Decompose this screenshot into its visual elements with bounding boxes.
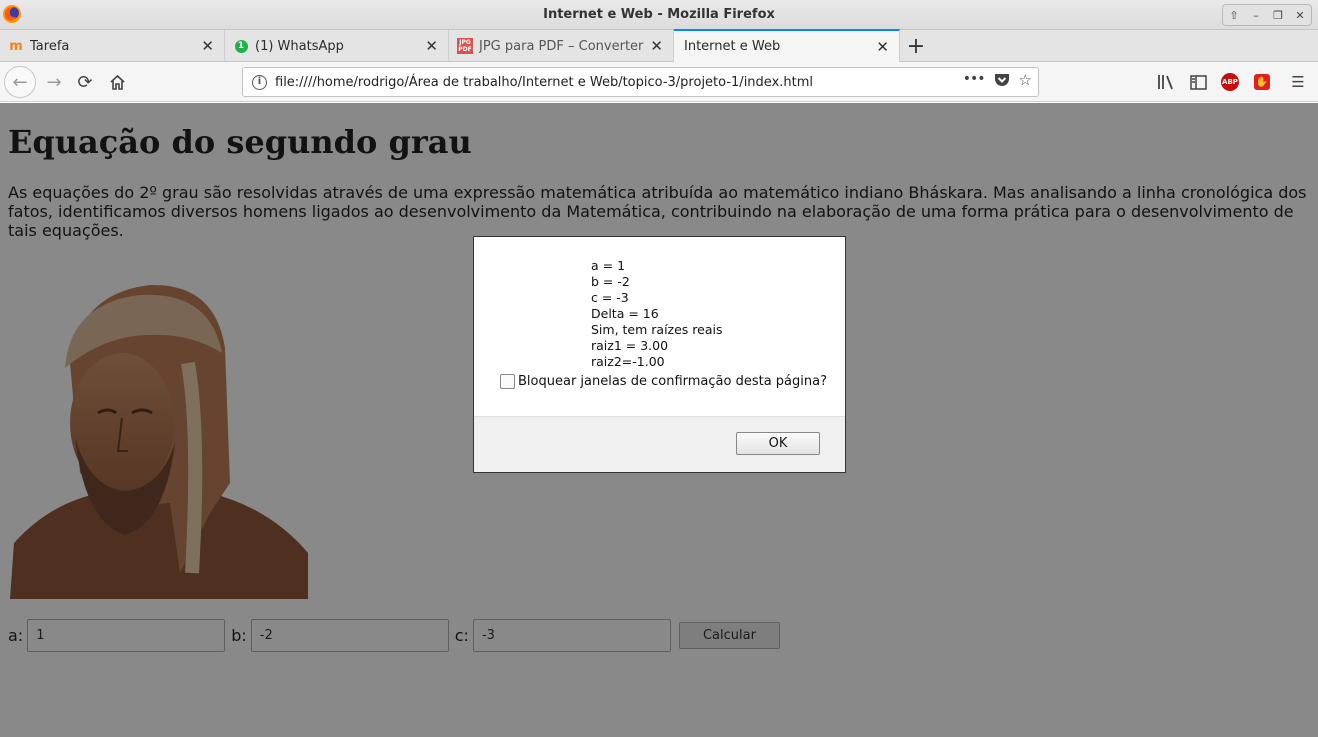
tab-tarefa[interactable]: m Tarefa ✕ xyxy=(0,30,225,62)
home-icon xyxy=(109,74,125,90)
dialog-line-a: a = 1 xyxy=(591,258,626,273)
dialog-line-b: b = -2 xyxy=(591,274,630,289)
library-icon[interactable] xyxy=(1150,70,1182,94)
tab-jpg-para-pdf[interactable]: JPG PDF JPG para PDF – Converter ✕ xyxy=(449,30,674,62)
pocket-icon[interactable] xyxy=(993,71,1011,93)
window-titlebar: Internet e Web - Mozilla Firefox ⇧ – ❐ ✕ xyxy=(0,0,1318,30)
url-text[interactable]: file:////home/rodrigo/Área de trabalho/I… xyxy=(275,75,813,90)
page-content: Equação do segundo grau As equações do 2… xyxy=(0,103,1318,737)
window-close-icon[interactable]: ✕ xyxy=(1289,5,1311,25)
tab-label: Internet e Web xyxy=(684,39,781,54)
bookmark-star-icon[interactable]: ☆ xyxy=(1019,71,1032,93)
new-tab-button[interactable]: + xyxy=(904,30,928,62)
home-button[interactable] xyxy=(101,66,133,98)
tab-close-icon[interactable]: ✕ xyxy=(650,37,663,55)
menu-hamburger-icon[interactable]: ☰ xyxy=(1278,70,1318,94)
tab-close-icon[interactable]: ✕ xyxy=(201,37,214,55)
dialog-line-status: Sim, tem raízes reais xyxy=(591,322,723,337)
window-maximize-icon[interactable]: ❐ xyxy=(1267,5,1289,25)
navigation-toolbar: ← → ⟳ i file:////home/rodrigo/Área de tr… xyxy=(0,62,1318,102)
page-actions-icon[interactable]: ••• xyxy=(963,71,986,93)
whatsapp-icon: 1 xyxy=(233,38,249,54)
extension-icon[interactable]: ✋ xyxy=(1246,70,1278,94)
dialog-line-c: c = -3 xyxy=(591,290,629,305)
url-bar[interactable]: i file:////home/rodrigo/Área de trabalho… xyxy=(242,67,1039,97)
tab-close-icon[interactable]: ✕ xyxy=(876,38,889,56)
tab-internet-e-web[interactable]: Internet e Web ✕ xyxy=(674,29,900,62)
tab-close-icon[interactable]: ✕ xyxy=(425,37,438,55)
reload-button[interactable]: ⟳ xyxy=(69,66,101,98)
window-shade-icon[interactable]: ⇧ xyxy=(1223,5,1245,25)
site-info-icon[interactable]: i xyxy=(252,75,267,90)
window-controls: ⇧ – ❐ ✕ xyxy=(1222,4,1312,26)
moodle-icon: m xyxy=(9,38,23,54)
adblock-plus-icon[interactable]: ABP xyxy=(1214,70,1246,94)
dialog-line-raiz1: raiz1 = 3.00 xyxy=(591,338,669,353)
jpg-pdf-icon: JPG PDF xyxy=(457,38,473,54)
ok-button[interactable]: OK xyxy=(736,432,820,455)
dialog-line-delta: Delta = 16 xyxy=(591,306,659,321)
tab-label: Tarefa xyxy=(30,38,70,54)
forward-button[interactable]: → xyxy=(38,66,70,98)
tab-label: (1) WhatsApp xyxy=(255,38,344,54)
tab-label: JPG para PDF – Converter xyxy=(479,38,644,54)
window-minimize-icon[interactable]: – xyxy=(1245,5,1267,25)
tab-whatsapp[interactable]: 1 (1) WhatsApp ✕ xyxy=(225,30,449,62)
block-dialogs-option[interactable]: Bloquear janelas de confirmação desta pá… xyxy=(500,374,827,389)
block-dialogs-checkbox[interactable] xyxy=(500,374,515,389)
back-button[interactable]: ← xyxy=(4,66,36,98)
sidebar-icon[interactable] xyxy=(1182,70,1214,94)
dialog-line-raiz2: raiz2=-1.00 xyxy=(591,354,665,369)
dialog-message: a = 1 b = -2 c = -3 Delta = 16 Sim, tem … xyxy=(591,258,722,370)
alert-dialog: a = 1 b = -2 c = -3 Delta = 16 Sim, tem … xyxy=(473,236,846,473)
block-dialogs-label: Bloquear janelas de confirmação desta pá… xyxy=(518,374,827,389)
tab-strip: m Tarefa ✕ 1 (1) WhatsApp ✕ JPG PDF JPG … xyxy=(0,29,1318,62)
dialog-footer: OK xyxy=(474,416,845,472)
window-title: Internet e Web - Mozilla Firefox xyxy=(543,7,775,22)
